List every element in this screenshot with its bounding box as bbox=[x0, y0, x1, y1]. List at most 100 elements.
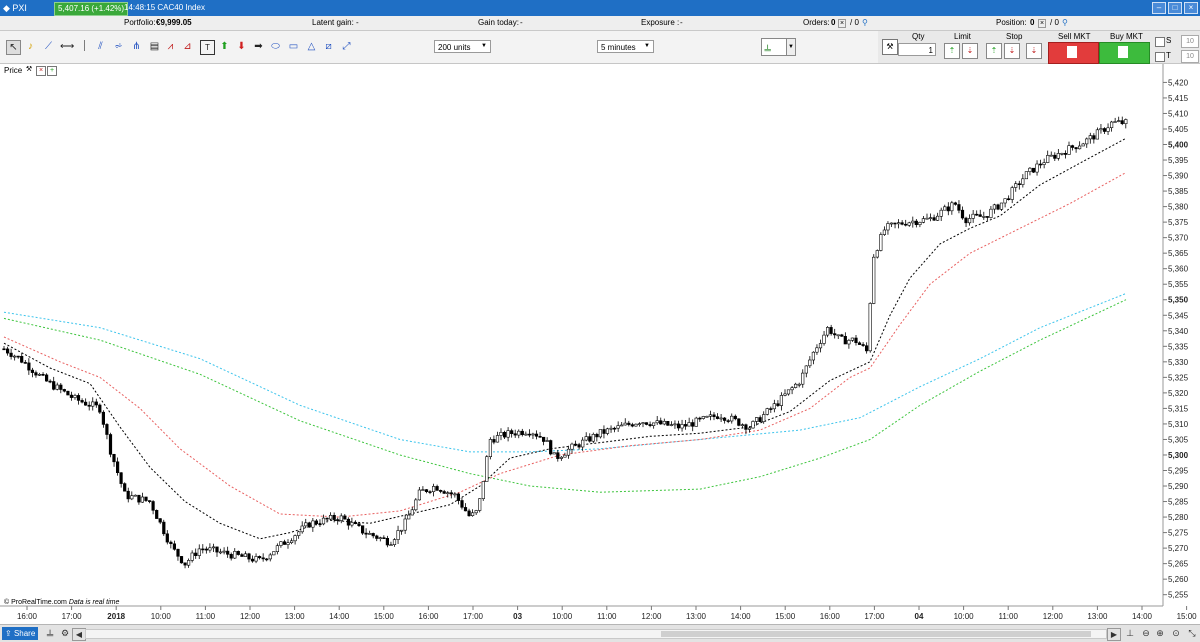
y-tick-label: 5,260 bbox=[1168, 575, 1189, 584]
retracement-icon[interactable]: ⩘ bbox=[164, 40, 177, 53]
measure-icon[interactable]: ⤢ bbox=[340, 40, 353, 53]
sell-arrow-icon[interactable]: ⬇ bbox=[235, 40, 248, 53]
ma-red-line bbox=[3, 172, 1127, 518]
horizontal-line-icon[interactable]: ⟷ bbox=[60, 40, 74, 53]
candle-body bbox=[1074, 147, 1078, 150]
candle-body bbox=[84, 401, 88, 406]
candle-body bbox=[318, 523, 322, 526]
zoom-out-icon[interactable]: ⊖ bbox=[1140, 628, 1152, 639]
candle-body bbox=[588, 436, 592, 442]
candle-body bbox=[1081, 143, 1085, 147]
candle-body bbox=[577, 444, 581, 448]
candle-body bbox=[194, 552, 198, 557]
indicator-icon[interactable]: 𝍦 bbox=[44, 628, 56, 639]
orders-link-icon[interactable]: ⚲ bbox=[862, 18, 868, 27]
vertical-line-icon[interactable]: ⏐ bbox=[78, 40, 91, 53]
latent-gain-label: Latent gain: bbox=[312, 18, 354, 27]
t-value[interactable]: 10 bbox=[1181, 50, 1199, 63]
candle-body bbox=[467, 510, 471, 517]
zoom-in-icon[interactable]: ⊕ bbox=[1154, 628, 1166, 639]
position-link-icon[interactable]: ⚲ bbox=[1062, 18, 1068, 27]
maximize-icon[interactable]: □ bbox=[1168, 2, 1182, 14]
chevron-down-icon[interactable]: ▼ bbox=[786, 38, 796, 56]
x-tick-label: 12:00 bbox=[1043, 612, 1064, 621]
reset-zoom-icon[interactable]: ⊙ bbox=[1170, 628, 1182, 639]
candle-body bbox=[229, 553, 233, 559]
candle-body bbox=[904, 223, 908, 226]
channel-icon[interactable]: ⫽ bbox=[94, 40, 107, 53]
alert-bell-icon[interactable]: ♪ bbox=[24, 40, 37, 53]
buy-arrow-icon[interactable]: ⬆ bbox=[218, 40, 231, 53]
ellipse-icon[interactable]: ⬭ bbox=[269, 40, 282, 53]
price-chart[interactable]: 5,420 5,415 5,410 5,405 5,400 5,395 5,390 5,385… bbox=[0, 64, 1200, 624]
fit-icon[interactable]: ⤡ bbox=[1186, 628, 1198, 639]
candle-body bbox=[705, 415, 709, 418]
candle-body bbox=[116, 461, 120, 473]
sell-market-button[interactable] bbox=[1048, 42, 1099, 64]
app-logo[interactable]: ◆ PXI bbox=[3, 3, 27, 14]
t-checkbox[interactable] bbox=[1155, 52, 1165, 62]
wrench-icon[interactable]: ⚒ bbox=[882, 39, 898, 55]
text-tool-icon[interactable]: T bbox=[200, 40, 215, 55]
close-icon[interactable]: × bbox=[1184, 2, 1198, 14]
chart-type-button[interactable]: 𝍦 bbox=[761, 38, 787, 56]
limit-sell-icon[interactable]: ⇣ bbox=[962, 43, 978, 59]
candle-body bbox=[854, 337, 858, 343]
fan-icon[interactable]: ⊿ bbox=[181, 40, 194, 53]
magnet-icon[interactable]: ⧄ bbox=[322, 40, 335, 53]
stop-loss-icon[interactable]: ⇣ bbox=[1026, 43, 1042, 59]
timeframe-select[interactable]: 5 minutes ▼ bbox=[597, 40, 654, 53]
qty-input[interactable]: 1 bbox=[898, 43, 936, 56]
candle-body bbox=[9, 352, 13, 357]
pitchfork-icon[interactable]: ⋔ bbox=[130, 40, 143, 53]
position-close-icon[interactable]: × bbox=[1038, 19, 1047, 28]
share-button[interactable]: ⇪ Share bbox=[2, 627, 39, 640]
candle-body bbox=[219, 551, 223, 554]
candle-body bbox=[886, 223, 890, 231]
stop-sell-icon[interactable]: ⇣ bbox=[1004, 43, 1020, 59]
candle-body bbox=[268, 554, 272, 560]
fibonacci-icon[interactable]: ⩫ bbox=[112, 40, 125, 53]
right-arrow-icon[interactable]: ➡ bbox=[252, 40, 265, 53]
candle-body bbox=[350, 522, 354, 526]
pin-icon[interactable]: ⊥ bbox=[1124, 628, 1136, 639]
horizontal-scrollbar[interactable] bbox=[85, 629, 1107, 639]
chevron-down-icon: ▼ bbox=[644, 43, 650, 49]
trash-icon[interactable]: ▤ bbox=[148, 40, 161, 53]
candle-body bbox=[829, 327, 833, 334]
exposure-label: Exposure : bbox=[641, 18, 680, 27]
candle-body bbox=[950, 202, 954, 212]
candle-body bbox=[474, 510, 478, 514]
candle-body bbox=[204, 548, 209, 551]
scroll-left-icon[interactable]: ◀ bbox=[72, 628, 86, 641]
candle-body bbox=[44, 374, 49, 382]
settings-icon[interactable]: ⚙ bbox=[59, 628, 71, 639]
x-tick-label: 15:00 bbox=[374, 612, 395, 621]
scrollbar-thumb[interactable] bbox=[661, 631, 1091, 637]
units-select[interactable]: 200 units ▼ bbox=[434, 40, 491, 53]
scroll-right-icon[interactable]: ▶ bbox=[1107, 628, 1121, 641]
rectangle-icon[interactable]: ▭ bbox=[287, 40, 300, 53]
trendline-icon[interactable]: ⟋ bbox=[42, 40, 55, 53]
buy-market-button[interactable] bbox=[1099, 42, 1150, 64]
s-checkbox[interactable] bbox=[1155, 37, 1165, 47]
stop-buy-icon[interactable]: ⇡ bbox=[986, 43, 1002, 59]
candle-body bbox=[286, 542, 290, 545]
x-tick-label: 17:00 bbox=[463, 612, 484, 621]
s-value[interactable]: 10 bbox=[1181, 35, 1199, 48]
minimize-icon[interactable]: – bbox=[1152, 2, 1166, 14]
candle-body bbox=[691, 422, 695, 427]
candle-body bbox=[698, 417, 702, 420]
limit-buy-icon[interactable]: ⇡ bbox=[944, 43, 960, 59]
triangle-icon[interactable]: △ bbox=[305, 40, 318, 53]
candle-body bbox=[179, 556, 184, 564]
orders-close-icon[interactable]: × bbox=[838, 19, 847, 28]
candle-body bbox=[169, 541, 173, 545]
candle-body bbox=[20, 355, 24, 363]
candle-body bbox=[34, 372, 38, 376]
candle-body bbox=[304, 522, 308, 527]
candle-body bbox=[754, 417, 759, 422]
cursor-icon[interactable]: ↖ bbox=[6, 40, 21, 55]
candle-body bbox=[52, 381, 56, 390]
candle-body bbox=[591, 433, 595, 442]
